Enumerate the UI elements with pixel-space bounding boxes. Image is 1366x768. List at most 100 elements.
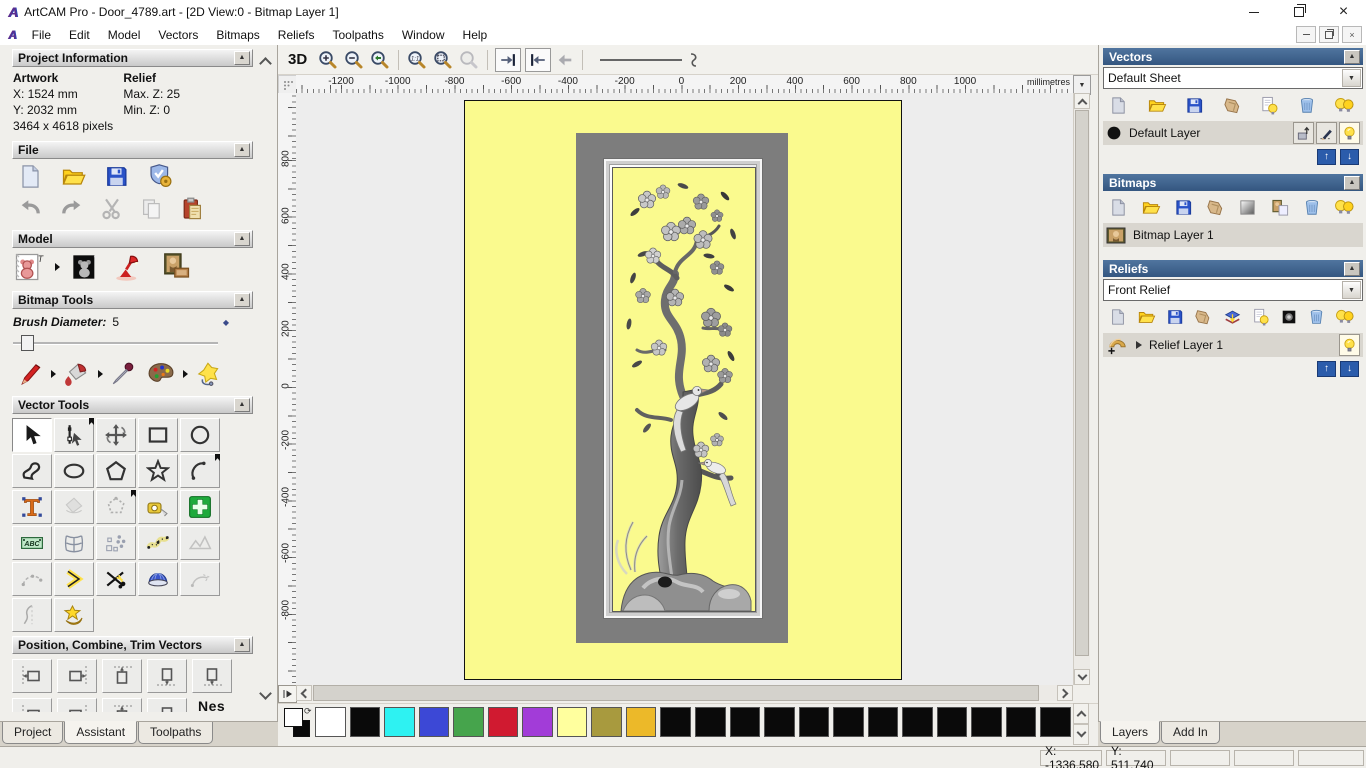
- redo-icon[interactable]: [59, 198, 84, 220]
- model-sheet[interactable]: [464, 100, 902, 680]
- model-from-greyscale-icon[interactable]: T: [71, 252, 99, 282]
- bitmap-layer-row[interactable]: Bitmap Layer 1: [1103, 223, 1363, 247]
- wrap-text-button[interactable]: [54, 490, 94, 524]
- save-icon[interactable]: [1174, 198, 1193, 217]
- restore-button[interactable]: [1276, 0, 1321, 24]
- dropdown-arrow-icon[interactable]: ▼: [1342, 281, 1361, 299]
- colour-palette-icon[interactable]: [146, 361, 176, 387]
- palette-swatch-4[interactable]: [453, 707, 484, 737]
- toolbar-handle-button[interactable]: [278, 685, 297, 703]
- zoom-previous-button[interactable]: [369, 49, 391, 71]
- scroll-right-button[interactable]: [1057, 685, 1073, 701]
- tab-toolpaths[interactable]: Toolpaths: [138, 722, 214, 744]
- copy-icon[interactable]: [140, 197, 164, 221]
- snap-right-button[interactable]: [495, 47, 522, 72]
- collapse-button[interactable]: ▲: [1344, 175, 1360, 190]
- collapse-button[interactable]: ▲: [1344, 261, 1360, 276]
- align-bottom-button[interactable]: [147, 659, 187, 693]
- minimize-button[interactable]: [1231, 0, 1276, 24]
- toggle-all-icon[interactable]: [1194, 308, 1212, 326]
- tab-layers[interactable]: Layers: [1100, 721, 1161, 744]
- text-block-button[interactable]: ABC: [12, 526, 52, 560]
- paste-icon[interactable]: [180, 197, 204, 221]
- light-icon[interactable]: [1252, 308, 1270, 326]
- zoom-fit-button[interactable]: [432, 49, 454, 71]
- palette-scroll-down-button[interactable]: [1073, 724, 1089, 745]
- menu-file[interactable]: File: [23, 26, 60, 44]
- flood-fill-icon[interactable]: [63, 361, 91, 387]
- palette-swatch-10[interactable]: [660, 707, 692, 737]
- palette-swatch-13[interactable]: [764, 707, 795, 737]
- palette-swatch-8[interactable]: [591, 707, 622, 737]
- flyout-arrow-icon[interactable]: [98, 370, 103, 378]
- vector-sheet-select[interactable]: Default Sheet ▼: [1103, 67, 1363, 89]
- open-icon[interactable]: [1147, 96, 1167, 115]
- tab-project[interactable]: Project: [2, 722, 64, 744]
- undo-icon[interactable]: [18, 198, 43, 220]
- scroll-left-button[interactable]: [296, 685, 312, 701]
- toggle-visibility-all-icon[interactable]: [1334, 96, 1355, 115]
- menu-model[interactable]: Model: [99, 26, 150, 44]
- mdi-minimize-button[interactable]: [1296, 26, 1316, 43]
- center-horizontal-button[interactable]: [192, 659, 232, 693]
- delete-icon[interactable]: [1308, 308, 1325, 326]
- align-right-button[interactable]: [57, 659, 97, 693]
- toggle-visibility-all-icon[interactable]: [1334, 198, 1355, 217]
- palette-swatch-17[interactable]: [902, 707, 933, 737]
- move-layer-up-button[interactable]: ↑: [1317, 149, 1336, 165]
- layer-visibility-button[interactable]: [1339, 122, 1360, 144]
- palette-swatch-19[interactable]: [971, 707, 1002, 737]
- vector-doctor-button[interactable]: [180, 490, 220, 524]
- palette-swatch-3[interactable]: [418, 707, 450, 737]
- primary-colour-swatch[interactable]: [284, 708, 303, 727]
- menu-vectors[interactable]: Vectors: [149, 26, 207, 44]
- palette-swatch-16[interactable]: [867, 707, 899, 737]
- load-bitmap-icon[interactable]: [161, 252, 191, 282]
- create-ellipse-button[interactable]: [54, 454, 94, 488]
- open-icon[interactable]: [1137, 308, 1156, 326]
- layer-name[interactable]: Relief Layer 1: [1149, 338, 1223, 352]
- fit-arcs-button[interactable]: [12, 562, 52, 596]
- toggle-all-icon[interactable]: [1206, 198, 1225, 217]
- new-model-icon[interactable]: [18, 164, 43, 189]
- palette-swatch-14[interactable]: [798, 707, 830, 737]
- move-layer-down-button[interactable]: ↓: [1340, 361, 1359, 377]
- center-in-page-2-button[interactable]: [57, 698, 97, 712]
- close-button[interactable]: ×: [1321, 0, 1366, 24]
- snap-left-button[interactable]: [525, 47, 552, 72]
- palette-swatch-12[interactable]: [729, 707, 761, 737]
- vector-layer-row[interactable]: Default Layer: [1103, 121, 1363, 145]
- flyout-arrow-icon[interactable]: [55, 263, 60, 271]
- relief-layer-row[interactable]: Relief Layer 1: [1103, 333, 1363, 357]
- snap-edit-button[interactable]: [1316, 122, 1337, 144]
- measure-button[interactable]: [138, 490, 178, 524]
- flyout-arrow-icon[interactable]: [183, 370, 188, 378]
- greyscale-icon[interactable]: [1280, 308, 1298, 326]
- slider-thumb[interactable]: [21, 335, 34, 351]
- zoom-object-button[interactable]: [458, 49, 480, 71]
- palette-swatch-0[interactable]: [315, 707, 346, 737]
- palette-swatch-18[interactable]: [936, 707, 968, 737]
- collapse-button[interactable]: ▲: [234, 638, 250, 652]
- create-arc-button[interactable]: [180, 454, 220, 488]
- spin-vectors-button[interactable]: [138, 562, 178, 596]
- horizontal-scroll-thumb[interactable]: [313, 685, 1039, 701]
- current-colour-indicator[interactable]: ⟳: [284, 706, 314, 740]
- canvas-vertical-scrollbar[interactable]: [1073, 93, 1090, 685]
- zoom-1to1-button[interactable]: 1:1: [406, 49, 428, 71]
- new-sheet-icon[interactable]: [1109, 96, 1128, 115]
- layer-visibility-button[interactable]: [1339, 334, 1360, 356]
- center-in-page-3-button[interactable]: [102, 698, 142, 712]
- greyscale-from-model-icon[interactable]: T: [14, 252, 44, 282]
- open-file-icon[interactable]: [61, 164, 86, 189]
- ruler-units-dropdown-button[interactable]: ▼: [1073, 75, 1091, 95]
- brush-diameter-slider[interactable]: [13, 335, 218, 351]
- collapse-button[interactable]: ▲: [234, 232, 250, 246]
- mdi-restore-button[interactable]: [1319, 26, 1339, 43]
- save-model-icon[interactable]: [104, 164, 129, 189]
- offset-vectors-button[interactable]: [54, 562, 94, 596]
- palette-swatch-11[interactable]: [695, 707, 726, 737]
- palette-swatch-20[interactable]: [1005, 707, 1037, 737]
- menu-edit[interactable]: Edit: [60, 26, 99, 44]
- model-options-icon[interactable]: [147, 163, 174, 189]
